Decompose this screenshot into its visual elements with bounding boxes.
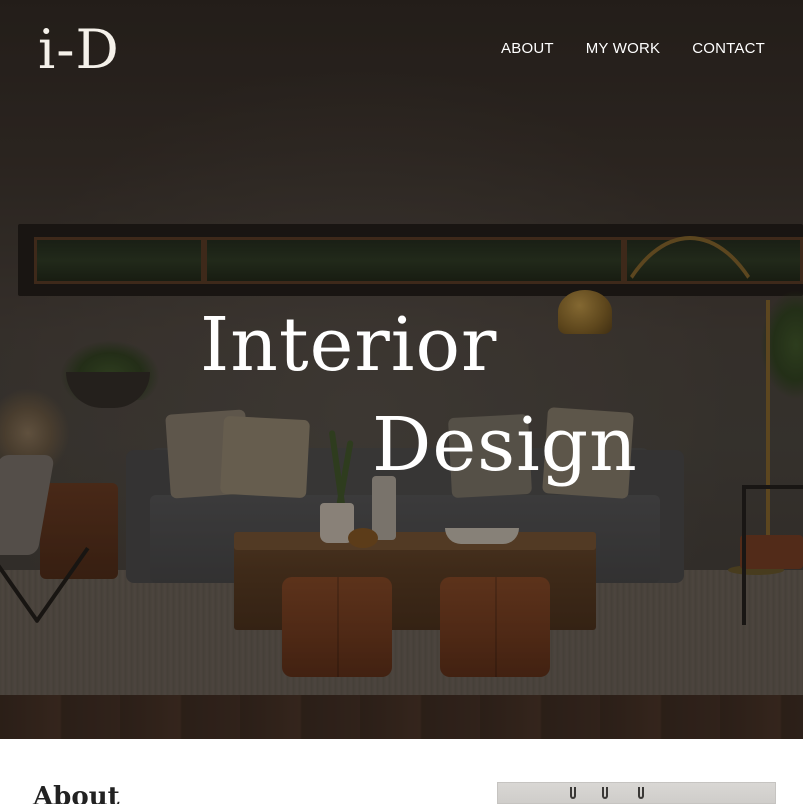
nav-link-my-work[interactable]: MY WORK: [586, 40, 660, 57]
main-nav: ABOUT MY WORK CONTACT: [501, 40, 765, 57]
nav-link-about[interactable]: ABOUT: [501, 40, 554, 57]
nav-link-contact[interactable]: CONTACT: [692, 40, 765, 57]
site-logo[interactable]: i-D: [38, 20, 120, 80]
about-heading: About: [33, 782, 120, 804]
hero-title-line-2: Design: [372, 402, 638, 488]
about-photo: [497, 782, 776, 804]
hero-title-line-1: Interior: [200, 302, 498, 388]
